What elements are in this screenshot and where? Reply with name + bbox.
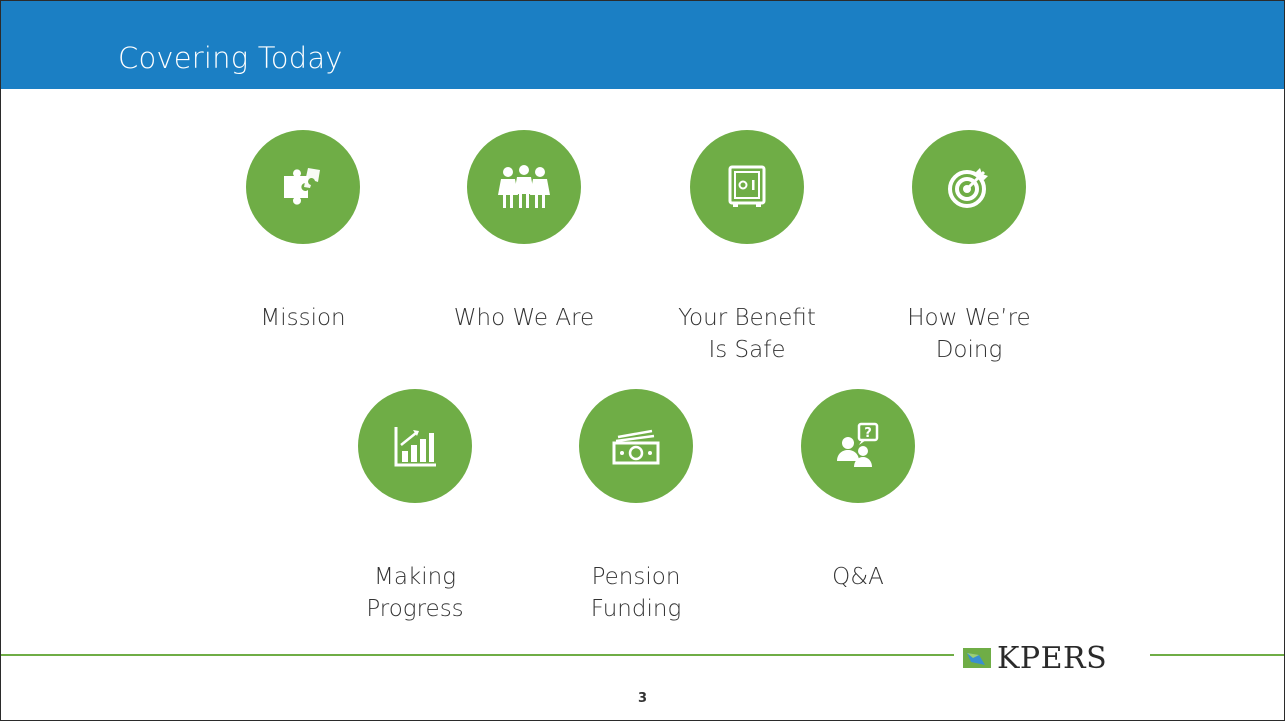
agenda-item-how-we-are-doing: How We’re Doing: [859, 130, 1079, 366]
agenda-label-line-1: Your Benefit: [678, 305, 816, 331]
agenda-label-line-2: Is Safe: [708, 337, 786, 363]
slide: Covering Today Mission Who We Are Your B…: [0, 0, 1285, 721]
agenda-item-benefit-safe: Your Benefit Is Safe: [637, 130, 857, 366]
agenda-label-line-2: Doing: [935, 337, 1003, 363]
footer-divider-left: [1, 654, 954, 656]
page-number: 3: [637, 691, 648, 706]
agenda-label-line-2: Funding: [590, 596, 682, 622]
target-icon: [948, 168, 988, 208]
kpers-logo: KPERS: [963, 633, 1143, 683]
logo-text: KPERS: [997, 640, 1108, 676]
agenda-label: Making Progress: [305, 561, 525, 625]
bar-chart-icon: [394, 427, 436, 467]
svg-text:?: ?: [864, 426, 872, 441]
agenda-label-line-1: Mission: [260, 305, 346, 331]
agenda-label: How We’re Doing: [859, 302, 1079, 366]
agenda-label: Your Benefit Is Safe: [637, 302, 857, 366]
agenda-label-line-1: Who We Are: [453, 305, 595, 331]
agenda-label: Who We Are: [414, 302, 634, 334]
circle-badge: [579, 389, 693, 503]
logo-mark-icon: [963, 648, 991, 668]
circle-badge: [467, 130, 581, 244]
agenda-item-qa: ? Q&A: [748, 389, 968, 593]
money-icon: [612, 429, 660, 465]
agenda-item-who-we-are: Who We Are: [414, 130, 634, 334]
agenda-label-line-1: Pension: [591, 564, 681, 590]
circle-badge: [246, 130, 360, 244]
slide-title: Covering Today: [118, 41, 343, 75]
footer-divider-right: [1150, 654, 1284, 656]
agenda-label: Mission: [193, 302, 413, 334]
agenda-label-line-1: Making: [373, 564, 457, 590]
safe-icon: [728, 165, 766, 207]
question-person-icon: ?: [837, 422, 879, 467]
agenda-label: Pension Funding: [526, 561, 746, 625]
agenda-label-line-1: Q&A: [832, 564, 884, 590]
circle-badge: [690, 130, 804, 244]
agenda-label-line-2: Progress: [366, 596, 464, 622]
circle-badge: [358, 389, 472, 503]
puzzle-icon: [284, 168, 320, 205]
agenda-item-pension-funding: Pension Funding: [526, 389, 746, 625]
people-group-icon: [498, 165, 550, 208]
agenda-item-making-progress: Making Progress: [305, 389, 525, 625]
agenda-label: Q&A: [748, 561, 968, 593]
agenda-label-line-1: How We’re: [907, 305, 1031, 331]
circle-badge: [912, 130, 1026, 244]
title-bar: Covering Today: [1, 1, 1284, 89]
agenda-item-mission: Mission: [193, 130, 413, 334]
circle-badge: ?: [801, 389, 915, 503]
